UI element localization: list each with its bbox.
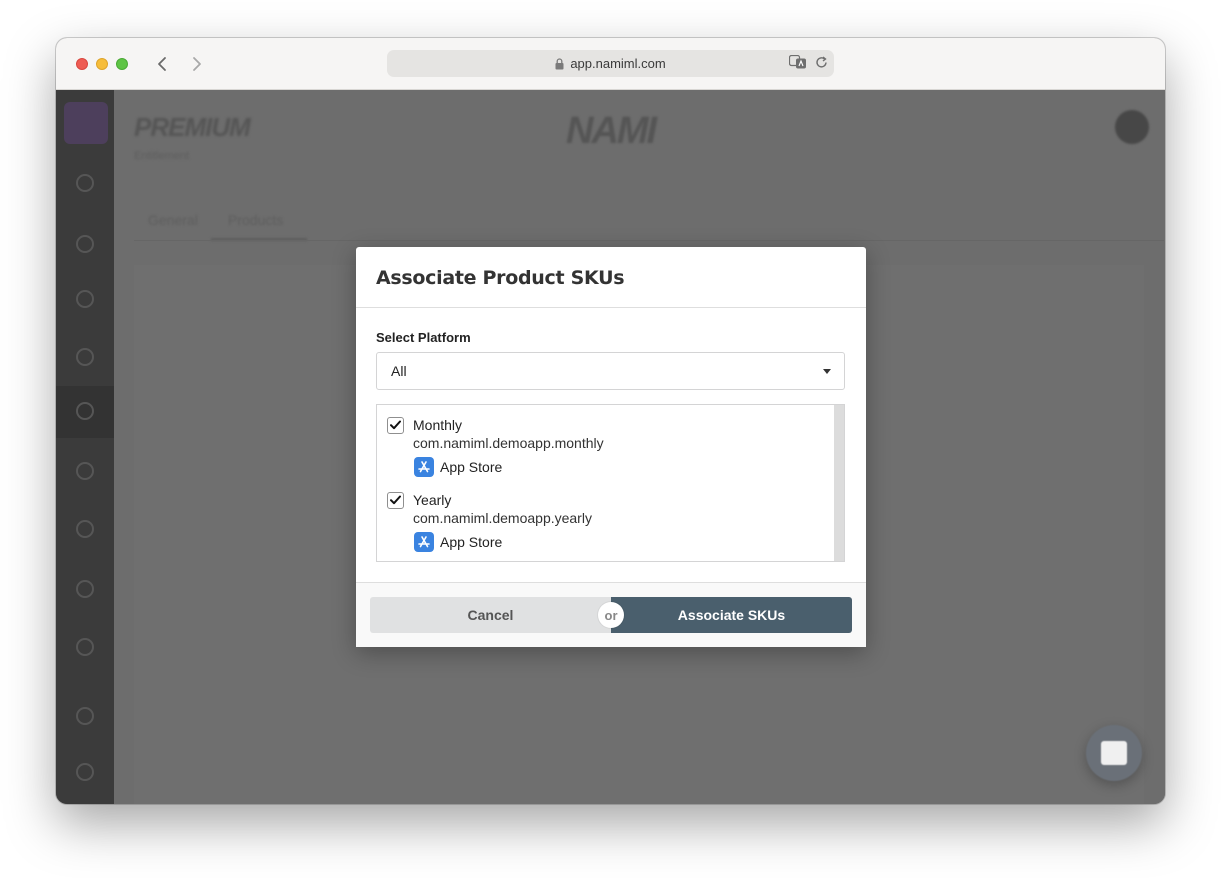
paywall-icon[interactable] <box>76 348 94 366</box>
url-text: app.namiml.com <box>570 56 666 71</box>
tabs-divider <box>134 240 1164 241</box>
address-bar[interactable]: app.namiml.com <box>387 50 834 77</box>
minimize-window-button[interactable] <box>96 58 108 70</box>
cancel-button[interactable]: Cancel <box>370 597 611 633</box>
sku-name: Monthly <box>413 417 463 433</box>
dashboard-icon[interactable] <box>76 174 94 192</box>
store-label: App Store <box>440 534 503 550</box>
sku-id: com.namiml.demoapp.yearly <box>413 510 592 526</box>
or-divider: or <box>598 602 624 628</box>
list-item: Monthly com.namiml.demoapp.monthly App S… <box>387 416 827 477</box>
sku-id: com.namiml.demoapp.monthly <box>413 435 604 451</box>
checkmark-icon <box>390 420 401 430</box>
platform-select[interactable]: All <box>376 352 845 390</box>
reload-icon[interactable] <box>815 55 828 72</box>
analytics-icon[interactable] <box>76 235 94 253</box>
lock-icon <box>555 57 564 70</box>
tab-general[interactable]: General <box>148 212 198 228</box>
developer-icon[interactable] <box>76 638 94 656</box>
sku-list[interactable]: Monthly com.namiml.demoapp.monthly App S… <box>376 404 845 562</box>
caret-down-icon <box>823 369 831 374</box>
campaign-icon[interactable] <box>76 290 94 308</box>
chevron-left-icon <box>158 57 166 71</box>
page-content: PREMIUM Entitlement NAMI General Product… <box>56 90 1165 804</box>
sku-checkbox[interactable] <box>387 491 404 509</box>
browser-titlebar: app.namiml.com <box>56 38 1165 90</box>
help-icon[interactable] <box>76 763 94 781</box>
chat-widget-button[interactable] <box>1086 725 1142 781</box>
modal-title: Associate Product SKUs <box>376 267 625 289</box>
sidebar <box>56 90 114 804</box>
entitlement-subtitle: Entitlement <box>134 150 190 162</box>
checkmark-icon <box>390 495 401 505</box>
integrations-icon[interactable] <box>76 580 94 598</box>
associate-skus-modal: Associate Product SKUs Select Platform A… <box>356 247 866 647</box>
app-store-icon <box>414 457 434 477</box>
scrollbar[interactable] <box>834 405 844 561</box>
entitlement-title: PREMIUM <box>134 112 251 142</box>
tab-products[interactable]: Products <box>228 212 283 228</box>
modal-body: Select Platform All Monthly com.namiml.d… <box>356 308 866 562</box>
settings-icon[interactable] <box>76 707 94 725</box>
platform-label: Select Platform <box>376 330 471 345</box>
list-item: Yearly com.namiml.demoapp.yearly App Sto… <box>387 491 827 552</box>
store-label: App Store <box>440 459 503 475</box>
avatar[interactable] <box>1115 110 1149 144</box>
app-store-icon <box>414 532 434 552</box>
zoom-window-button[interactable] <box>116 58 128 70</box>
back-button[interactable] <box>151 53 173 75</box>
translate-icon[interactable] <box>788 54 807 72</box>
close-window-button[interactable] <box>76 58 88 70</box>
chat-icon <box>1101 741 1127 765</box>
modal-footer: Cancel Associate SKUs or <box>356 582 866 647</box>
sku-name: Yearly <box>413 492 452 508</box>
chevron-right-icon <box>193 57 201 71</box>
forward-button[interactable] <box>186 53 208 75</box>
sku-checkbox[interactable] <box>387 416 404 434</box>
entitlement-icon[interactable] <box>76 402 94 420</box>
platform-select-value: All <box>391 363 407 379</box>
nami-logo: NAMI <box>566 110 657 152</box>
customers-icon[interactable] <box>76 520 94 538</box>
associate-skus-button[interactable]: Associate SKUs <box>611 597 852 633</box>
products-icon[interactable] <box>76 462 94 480</box>
modal-header: Associate Product SKUs <box>356 247 866 308</box>
app-logo[interactable] <box>64 102 108 144</box>
browser-window: app.namiml.com PREMIUM Entitlement NAMI … <box>56 38 1165 804</box>
